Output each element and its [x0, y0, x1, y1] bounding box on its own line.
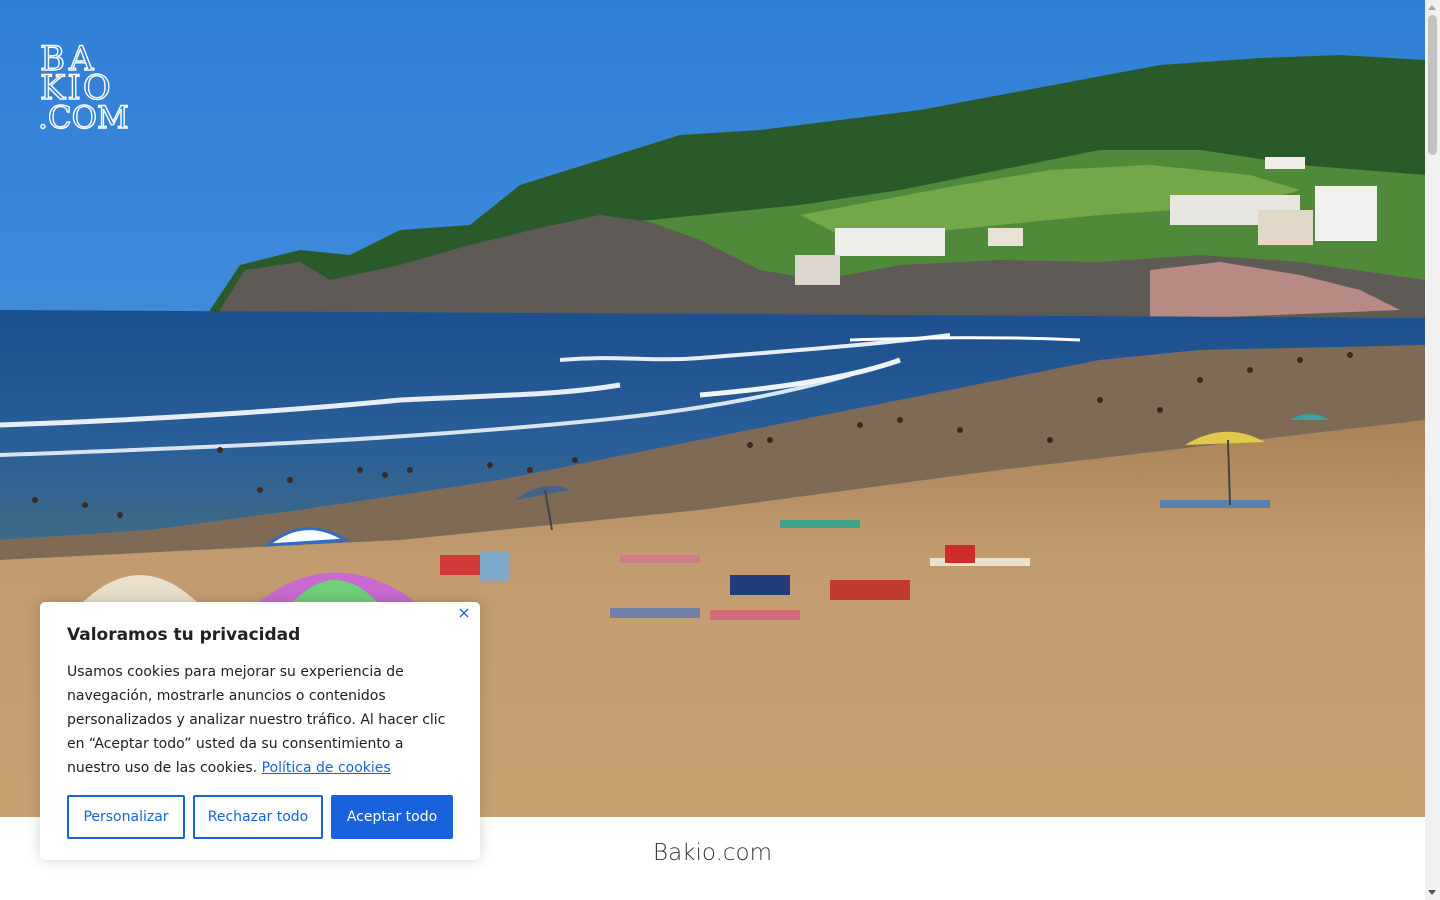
cookie-policy-link[interactable]: Política de cookies	[262, 760, 391, 776]
scrollbar-thumb[interactable]	[1428, 15, 1437, 155]
site-logo[interactable]: BA KIO .COM	[37, 38, 142, 136]
svg-text:.COM: .COM	[38, 100, 129, 130]
cookie-consent-banner: Valoramos tu privacidad Usamos cookies p…	[40, 602, 480, 860]
cookie-title: Valoramos tu privacidad	[67, 625, 301, 645]
close-icon[interactable]	[456, 605, 472, 621]
accept-all-button[interactable]: Aceptar todo	[331, 795, 453, 839]
cookie-message: Usamos cookies para mejorar su experienc…	[67, 660, 453, 780]
scroll-down-arrow-icon[interactable]	[1428, 890, 1436, 895]
reject-all-button[interactable]: Rechazar todo	[193, 795, 323, 839]
scrollbar[interactable]	[1425, 0, 1440, 900]
scroll-up-arrow-icon[interactable]	[1428, 5, 1436, 10]
bakio-logo-icon: BA KIO .COM	[37, 38, 129, 136]
customize-button[interactable]: Personalizar	[67, 795, 185, 839]
cookie-buttons: Personalizar Rechazar todo Aceptar todo	[67, 795, 453, 839]
